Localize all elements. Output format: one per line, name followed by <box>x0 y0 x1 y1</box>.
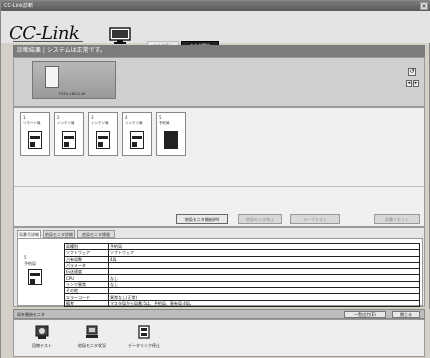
station-card[interactable]: 2 インテリ局 <box>54 112 84 156</box>
other-station-monitor-stop-button[interactable]: 他局モニタ停止 <box>238 214 282 224</box>
title-bar: CC-Link診断 ✕ <box>1 1 430 11</box>
logo-divider <box>13 41 83 42</box>
detail-content: 5 予約局 局種別 予約局 ソフトウェア ソフトウェア 占有局数 4局 パラメータ 伝… <box>17 238 423 307</box>
station-type: 予約局 <box>159 121 170 125</box>
data-link-stop-label: データリンク停止 <box>128 343 160 348</box>
refresh-icon[interactable]: ↺ <box>408 68 416 76</box>
monitor-status-icon <box>86 325 98 338</box>
line-test-icon <box>35 325 49 339</box>
station-card[interactable]: 3 インテリ局 <box>88 112 118 156</box>
station-type: インテリ局 <box>125 121 143 125</box>
diagnostic-window: CC-Link診断 ✕ CC-Link モニタ中 モニタ停止 モニタ開始 診断結… <box>0 0 430 358</box>
monitor-status-label: 他局モニタ状況 <box>78 343 106 348</box>
station-type: インテリ局 <box>91 121 109 125</box>
scroll-right-button[interactable]: ▸ <box>413 80 419 87</box>
station-device-icon <box>62 131 76 149</box>
master-station-panel: FX3U-16CCL-M ↺ ◂ ▸ <box>13 57 425 107</box>
station-card[interactable]: 4 インテリ局 <box>122 112 152 156</box>
station-number: 3 <box>91 115 94 120</box>
window-title: CC-Link診断 <box>4 3 34 9</box>
table-row: 備考 マスタ局から局番:5は、予約局、専有局:4局。 <box>64 299 420 307</box>
line-test-tool[interactable]: 回線テスト <box>24 324 60 349</box>
station-number: 1 <box>23 115 26 120</box>
station-device-icon <box>28 131 42 149</box>
station-type: インテリ局 <box>57 121 75 125</box>
status-bar: 診断結果 | システムは正常です。 <box>13 45 425 57</box>
list-output-button[interactable]: 一覧出力(E) <box>344 311 386 318</box>
reserved-station-device-icon <box>164 131 178 149</box>
detail-device-icon <box>28 269 42 285</box>
monitor-status-tool[interactable]: 他局モニタ状況 <box>74 324 110 349</box>
footer-title: 局を開始モニタ <box>17 312 45 317</box>
detail-station-number: 5 <box>24 255 27 260</box>
status-text: 診断結果 | システムは正常です。 <box>17 47 107 54</box>
row-value: マスタ局から局番:5は、予約局、専有局:4局。 <box>108 299 420 307</box>
tab-monitor-info[interactable]: 他局モニタ情報 <box>77 230 115 238</box>
station-number: 5 <box>159 115 162 120</box>
header: CC-Link モニタ中 モニタ停止 モニタ開始 <box>1 11 430 49</box>
close-button[interactable]: 閉じる <box>392 311 420 318</box>
data-link-stop-icon <box>138 325 150 339</box>
station-device-icon <box>130 131 144 149</box>
master-station-thumbnail[interactable]: FX3U-16CCL-M <box>32 61 116 99</box>
plc-device-icon <box>45 66 59 88</box>
detail-table: 局種別 予約局 ソフトウェア ソフトウェア 占有局数 4局 パラメータ 伝送速度 CP… <box>64 242 420 307</box>
tab-monitor-detail[interactable]: 他局モニタ詳細 <box>43 230 75 238</box>
network-panel: 1 リモート局 2 インテリ局 3 インテリ局 4 インテリ局 5 予約局 他局… <box>13 107 426 227</box>
station-number: 4 <box>125 115 128 120</box>
row-key: 備考 <box>64 299 109 307</box>
data-link-stop-tool[interactable]: データリンク停止 <box>126 324 162 349</box>
line-test-label: 回線テスト <box>32 343 52 348</box>
detail-panel: 局番号詳細 他局モニタ詳細 他局モニタ情報 5 予約局 局種別 予約局 ソフトウェ… <box>13 227 425 307</box>
other-station-monitor-start-button[interactable]: 他局モニタ開始(M) <box>176 214 228 224</box>
master-station-label: FX3U-16CCL-M <box>59 92 85 96</box>
station-card[interactable]: 5 予約局 <box>156 112 186 156</box>
footer-toolbar: 局を開始モニタ 一覧出力(E) 閉じる <box>13 309 425 319</box>
scroll-left-button[interactable]: ◂ <box>406 80 412 87</box>
monitor-icon <box>109 27 131 44</box>
close-window-button[interactable]: ✕ <box>420 2 428 10</box>
loop-test-button[interactable]: ループテスト <box>290 214 340 224</box>
footer: 局を開始モニタ 一覧出力(E) 閉じる 回線テスト 他局モニタ状況 データリンク… <box>1 309 430 358</box>
station-card[interactable]: 1 リモート局 <box>20 112 50 156</box>
tab-station-detail[interactable]: 局番号詳細 <box>17 230 41 238</box>
detail-station-type: 予約局 <box>24 261 36 266</box>
station-device-icon <box>96 131 110 149</box>
station-number: 2 <box>57 115 60 120</box>
network-divider <box>14 186 426 187</box>
station-reset-button[interactable]: 局番リセット <box>374 214 420 224</box>
tool-area: 回線テスト 他局モニタ状況 データリンク停止 <box>13 319 425 357</box>
station-type: リモート局 <box>23 121 41 125</box>
